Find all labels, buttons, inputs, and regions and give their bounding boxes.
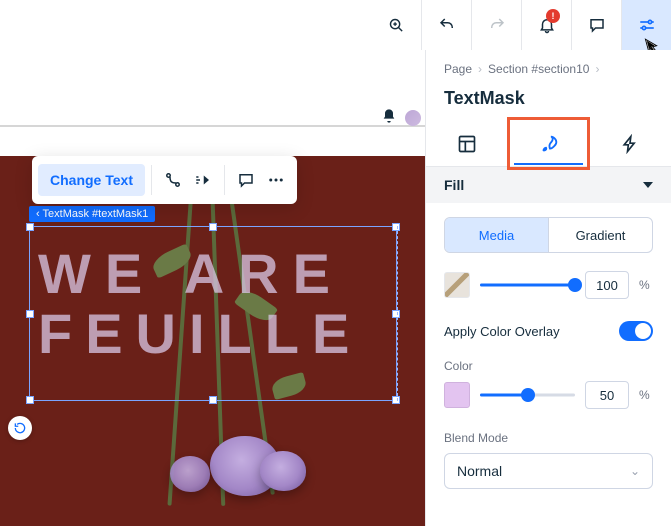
resize-handle[interactable] [392, 396, 400, 404]
flora-decoration [170, 456, 210, 492]
path-tool-button[interactable] [158, 165, 188, 195]
panel-title: TextMask [426, 84, 671, 121]
page-bell-icon[interactable] [381, 108, 397, 124]
selection-box[interactable] [29, 226, 397, 401]
fill-mode-media[interactable]: Media [445, 218, 548, 252]
resize-handle[interactable] [26, 310, 34, 318]
avatar[interactable] [405, 110, 421, 126]
redo-button[interactable] [471, 0, 521, 50]
element-comment-button[interactable] [231, 165, 261, 195]
breadcrumb-section[interactable]: Section #section10 [488, 62, 589, 76]
brush-icon [538, 133, 560, 155]
breadcrumb-page[interactable]: Page [444, 62, 472, 76]
breadcrumb: Page › Section #section10 › [426, 50, 671, 84]
chat-icon [237, 171, 255, 189]
flora-decoration [260, 451, 306, 491]
inspector-toggle-button[interactable] [621, 0, 671, 50]
fill-section-header[interactable]: Fill [426, 167, 671, 203]
notifications-button[interactable]: ! [521, 0, 571, 50]
reset-button[interactable] [8, 416, 32, 440]
resize-handle[interactable] [392, 310, 400, 318]
chevron-right-icon: › [478, 62, 482, 76]
more-icon [267, 171, 285, 189]
redo-icon [488, 16, 506, 34]
bolt-icon [620, 134, 640, 154]
apply-overlay-label: Apply Color Overlay [444, 324, 560, 339]
resize-handle[interactable] [26, 396, 34, 404]
resize-handle[interactable] [209, 223, 217, 231]
resize-handle[interactable] [392, 223, 400, 231]
toolbar-divider [224, 165, 225, 195]
undo-icon [438, 16, 456, 34]
unit-label: % [639, 278, 653, 292]
fill-mode-segmented: Media Gradient [444, 217, 653, 253]
overlay-opacity-input[interactable] [585, 381, 629, 409]
more-actions-button[interactable] [261, 165, 291, 195]
apply-overlay-toggle[interactable] [619, 321, 653, 341]
search-icon [388, 17, 405, 34]
media-thumbnail[interactable] [444, 272, 470, 298]
overlay-color-swatch[interactable] [444, 382, 470, 408]
chevron-down-icon [643, 182, 653, 188]
tab-layout[interactable] [426, 121, 508, 166]
layout-icon [457, 134, 477, 154]
color-label: Color [444, 359, 653, 373]
fill-section-label: Fill [444, 177, 464, 193]
editor-canvas: WE ARE FEUILLE TextMask #textMask1 Chang… [0, 50, 425, 526]
snap-guideline [397, 226, 398, 401]
blend-mode-select[interactable]: Normal ⌄ [444, 453, 653, 489]
blend-mode-value: Normal [457, 463, 502, 479]
change-text-button[interactable]: Change Text [38, 164, 145, 196]
tab-interactions[interactable] [589, 121, 671, 166]
toolbar-divider [151, 165, 152, 195]
overlay-opacity-slider[interactable] [480, 385, 575, 405]
media-opacity-input[interactable] [585, 271, 629, 299]
undo-button[interactable] [421, 0, 471, 50]
zoom-button[interactable] [371, 0, 421, 50]
chevron-down-icon: ⌄ [630, 464, 640, 478]
resize-handle[interactable] [26, 223, 34, 231]
inspector-tabs [426, 121, 671, 167]
animation-button[interactable] [188, 165, 218, 195]
sliders-icon [638, 16, 656, 34]
element-toolbar: Change Text [32, 156, 297, 204]
media-opacity-slider[interactable] [480, 275, 575, 295]
top-toolbar: ! [371, 0, 671, 50]
page-divider [0, 105, 425, 127]
resize-handle[interactable] [209, 396, 217, 404]
notification-badge: ! [546, 9, 560, 23]
tab-design[interactable] [508, 121, 590, 166]
fill-mode-gradient[interactable]: Gradient [548, 218, 652, 252]
chevron-right-icon: › [595, 62, 599, 76]
chat-icon [588, 16, 606, 34]
path-icon [164, 171, 182, 189]
stage[interactable]: WE ARE FEUILLE TextMask #textMask1 [0, 156, 425, 526]
unit-label: % [639, 388, 653, 402]
refresh-icon [13, 421, 27, 435]
fill-section-body: Media Gradient % Apply Color Overlay Col… [426, 203, 671, 489]
motion-icon [193, 171, 213, 189]
inspector-panel: Page › Section #section10 › TextMask Fil… [425, 50, 671, 526]
blend-mode-label: Blend Mode [444, 431, 653, 445]
comments-button[interactable] [571, 0, 621, 50]
selection-label[interactable]: TextMask #textMask1 [29, 206, 155, 222]
